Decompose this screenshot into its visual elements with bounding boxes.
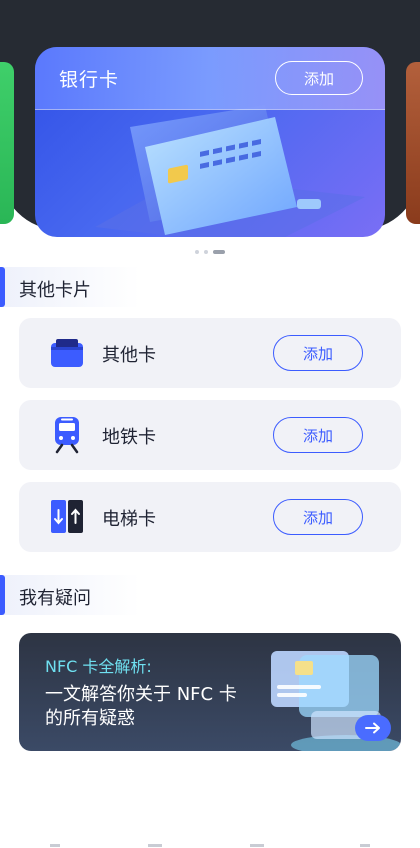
list-item-label: 地铁卡 bbox=[102, 427, 156, 448]
bank-card-add-button[interactable]: 添加 bbox=[275, 61, 363, 95]
list-item-elevator-card[interactable]: 电梯卡 添加 bbox=[19, 482, 401, 552]
nfc-faq-banner[interactable]: NFC 卡全解析: 一文解答你关于 NFC 卡的所有疑惑 bbox=[19, 633, 401, 751]
other-cards-section-header: 其他卡片 bbox=[0, 267, 140, 307]
carousel-dot[interactable] bbox=[195, 250, 199, 254]
elevator-icon bbox=[47, 499, 87, 535]
add-elevator-card-button[interactable]: 添加 bbox=[273, 499, 363, 535]
faq-banner-subtitle: NFC 卡全解析: bbox=[45, 657, 152, 676]
metro-train-icon bbox=[47, 417, 87, 454]
carousel-indicator bbox=[0, 250, 420, 254]
add-other-card-button[interactable]: 添加 bbox=[273, 335, 363, 371]
list-item-label: 电梯卡 bbox=[102, 509, 156, 530]
section-accent-bar bbox=[0, 267, 5, 307]
list-item-other-card[interactable]: 其他卡 添加 bbox=[19, 318, 401, 388]
faq-banner-title: 一文解答你关于 NFC 卡的所有疑惑 bbox=[45, 684, 237, 729]
arrow-right-icon[interactable] bbox=[355, 715, 391, 741]
section-accent-bar bbox=[0, 575, 5, 615]
bank-card-banner[interactable]: 银行卡 添加 bbox=[35, 47, 385, 237]
bank-card-title: 银行卡 bbox=[59, 69, 120, 91]
carousel-next-card[interactable] bbox=[406, 62, 420, 224]
wallet-card-icon bbox=[47, 335, 87, 371]
section-title: 其他卡片 bbox=[19, 280, 91, 301]
carousel-prev-card[interactable] bbox=[0, 62, 14, 224]
list-item-label: 其他卡 bbox=[102, 345, 156, 366]
list-item-metro-card[interactable]: 地铁卡 添加 bbox=[19, 400, 401, 470]
section-title: 我有疑问 bbox=[19, 588, 91, 609]
carousel-dot-active[interactable] bbox=[213, 250, 225, 254]
bank-card-divider bbox=[35, 109, 385, 110]
add-metro-card-button[interactable]: 添加 bbox=[273, 417, 363, 453]
faq-section-header: 我有疑问 bbox=[0, 575, 140, 615]
bottom-edge-marks bbox=[50, 844, 370, 847]
carousel-dot[interactable] bbox=[204, 250, 208, 254]
